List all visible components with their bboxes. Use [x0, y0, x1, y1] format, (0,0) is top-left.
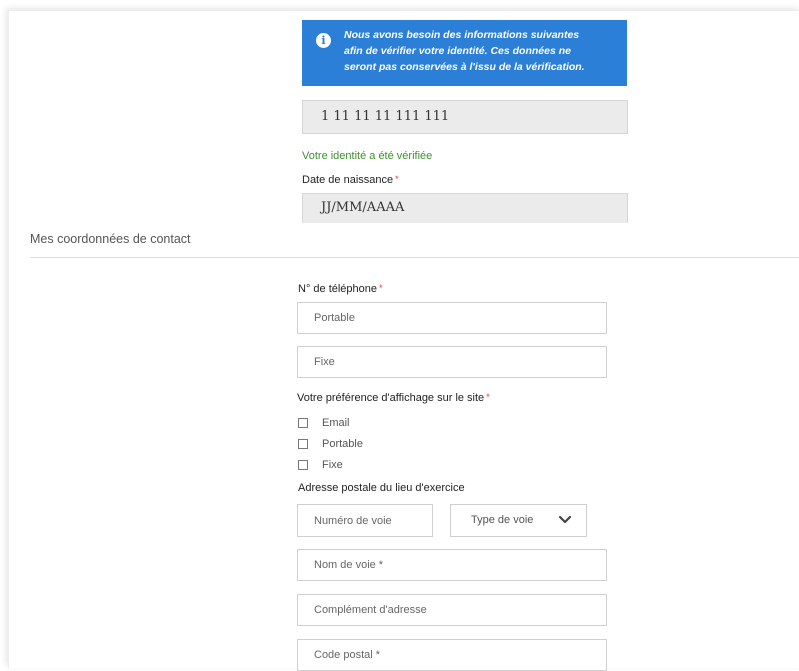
preference-option-mobile[interactable]: Portable: [296, 437, 363, 451]
street-type-select[interactable]: Type de voie: [450, 504, 587, 537]
mobile-checkbox[interactable]: [298, 439, 308, 449]
birth-date-field: JJ/MM/AAAA: [302, 193, 628, 223]
info-banner-line-2: afin de vérifier votre identité. Ces don…: [344, 45, 571, 57]
email-checkbox[interactable]: [298, 418, 308, 428]
birth-date-label: Date de naissance *: [302, 174, 399, 186]
preference-option-label: Fixe: [322, 459, 343, 471]
section-divider: [30, 257, 799, 258]
display-preference-label: Votre préférence d'affichage sur le site…: [297, 392, 490, 404]
required-asterisk: *: [486, 392, 490, 402]
preference-option-email[interactable]: Email: [296, 416, 350, 430]
identity-verified-message: Votre identité a été vérifiée: [302, 150, 433, 162]
identity-info-banner: i Nous avons besoin des informations sui…: [302, 20, 627, 86]
address-complement-input[interactable]: [297, 594, 607, 626]
required-asterisk: *: [379, 283, 383, 293]
social-security-number-field: 1 11 11 11 111 111: [302, 100, 628, 134]
chevron-down-icon: [558, 515, 572, 524]
phone-label: N° de téléphone *: [298, 283, 383, 295]
info-banner-line-1: Nous avons besoin des informations suiva…: [344, 29, 580, 41]
street-number-input[interactable]: [297, 504, 433, 537]
street-name-input[interactable]: [297, 549, 607, 581]
info-banner-line-3: seront pas conservées à l'issu de la vér…: [344, 61, 585, 73]
required-asterisk: *: [395, 174, 399, 184]
preference-option-label: Email: [322, 417, 350, 429]
street-type-selected-value: Type de voie: [471, 514, 534, 526]
landline-phone-input[interactable]: [297, 346, 607, 378]
preference-option-landline[interactable]: Fixe: [296, 458, 343, 472]
landline-checkbox[interactable]: [298, 460, 308, 470]
mobile-phone-input[interactable]: [297, 302, 607, 334]
preference-option-label: Portable: [322, 438, 363, 450]
postal-code-input[interactable]: [297, 639, 607, 671]
info-icon: i: [316, 33, 331, 48]
address-label: Adresse postale du lieu d'exercice: [298, 482, 465, 494]
contact-section-title: Mes coordonnées de contact: [30, 232, 191, 246]
